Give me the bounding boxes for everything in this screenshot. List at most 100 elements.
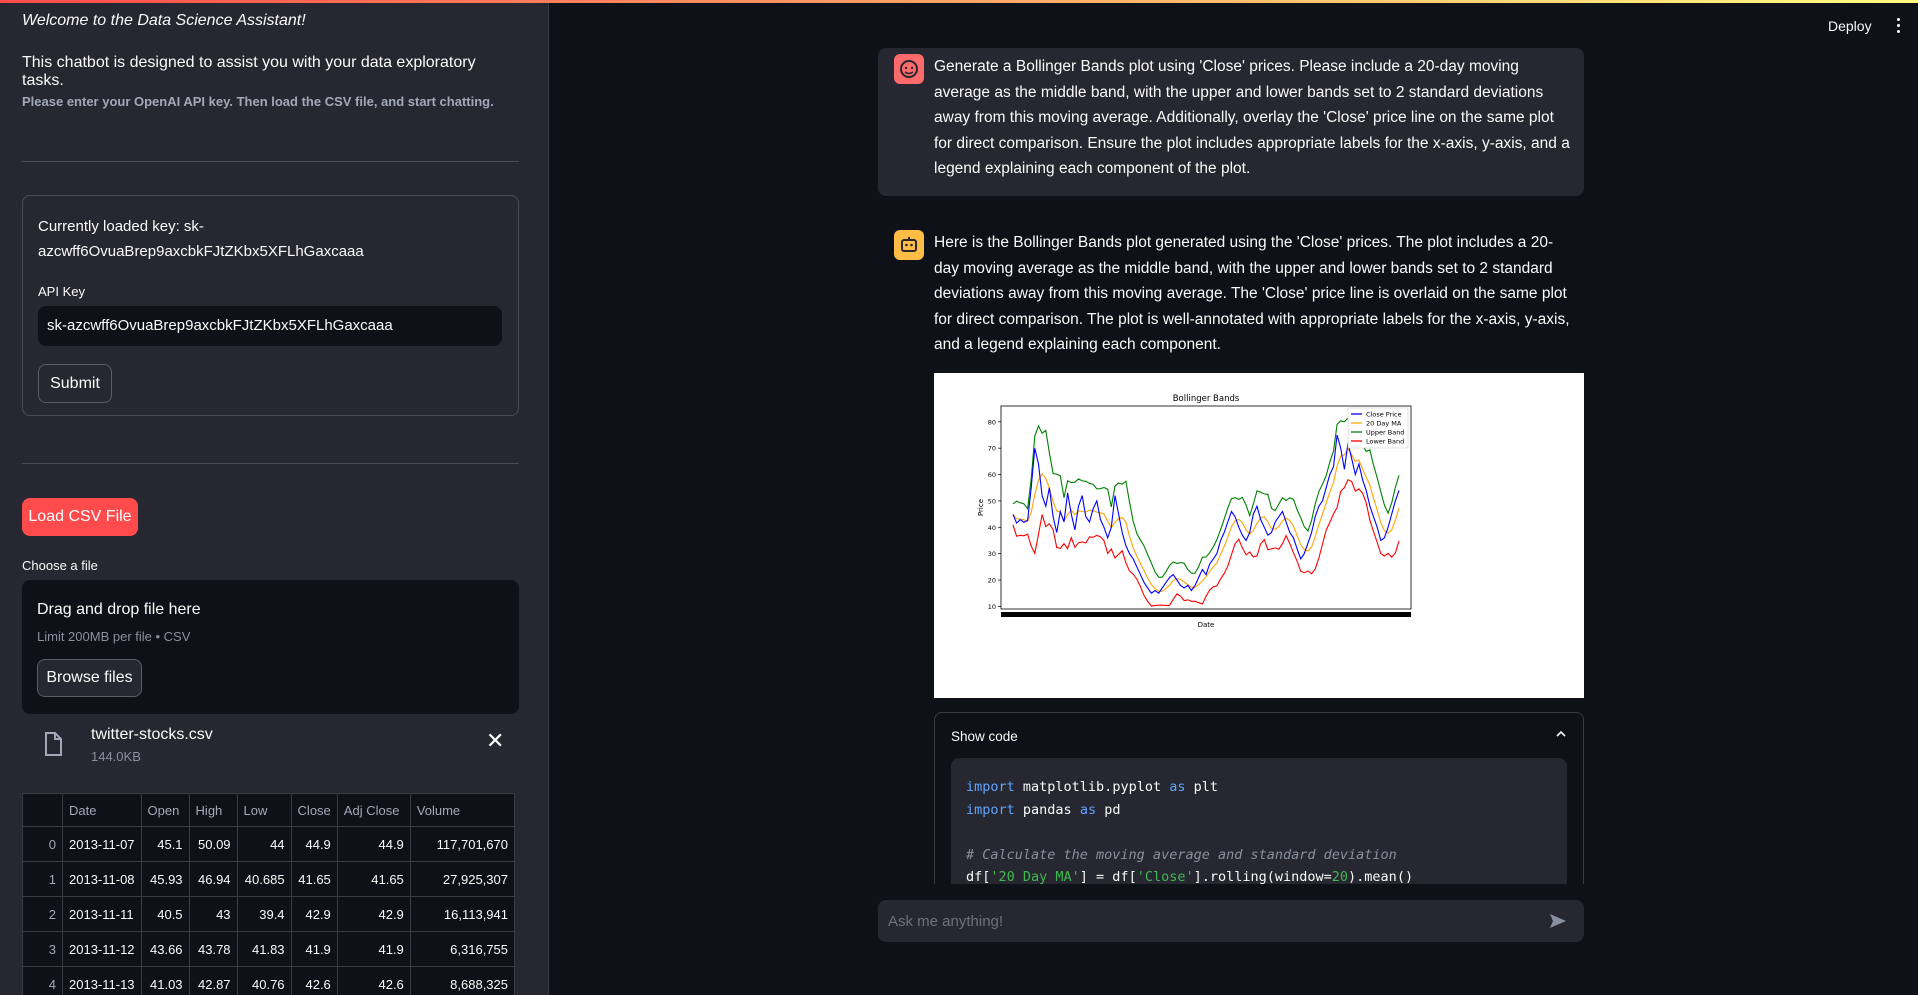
- column-header[interactable]: High: [188, 793, 238, 827]
- close-icon[interactable]: ✕: [486, 730, 504, 752]
- table-row: 1 2013-11-08 45.93 46.94 40.685 41.65 41.65 27,…: [22, 861, 516, 897]
- code-comment: # Calculate the moving average and stand…: [966, 846, 1397, 863]
- table-cell: 117,701,670: [409, 826, 516, 862]
- chat-input[interactable]: [888, 900, 1528, 942]
- table-cell: 43.66: [140, 931, 190, 967]
- code-token: ).mean(): [1348, 869, 1414, 884]
- intro-text: This chatbot is designed to assist you w…: [22, 54, 476, 89]
- table-cell: 39.4: [236, 896, 292, 932]
- code-token: ] = df[: [1079, 869, 1137, 884]
- code-token: matplotlib.pyplot: [1014, 779, 1170, 795]
- api-key-hint: Please enter your OpenAI API key. Then l…: [22, 94, 494, 109]
- legend-label: Close Price: [1366, 411, 1402, 419]
- loaded-key-value: azcwff6OvuaBrep9axcbkFJtZKbx5XFLhGaxcaaa: [38, 243, 364, 260]
- legend-label: Lower Band: [1366, 438, 1404, 446]
- submit-button[interactable]: Submit: [38, 364, 112, 403]
- api-key-input[interactable]: [38, 306, 502, 346]
- column-header[interactable]: Adj Close: [336, 793, 411, 827]
- dataframe-table: Date Open High Low Close Adj Close Volum…: [22, 793, 516, 995]
- user-message-text: Generate a Bollinger Bands plot using 'C…: [934, 58, 1570, 177]
- code-token: as: [1169, 779, 1186, 795]
- table-cell: 41.9: [290, 931, 338, 967]
- table-cell: 2013-11-08: [62, 861, 142, 897]
- y-tick-label: 40: [988, 524, 996, 532]
- deploy-button[interactable]: Deploy: [1828, 18, 1872, 34]
- divider: [22, 463, 519, 464]
- table-row: 3 2013-11-12 43.66 43.78 41.83 41.9 41.9 6,316,…: [22, 931, 516, 967]
- code-token: df[: [966, 869, 991, 884]
- row-index: 1: [22, 861, 63, 897]
- chevron-up-icon[interactable]: [1555, 728, 1567, 740]
- table-cell: 44.9: [290, 826, 338, 862]
- legend-label: 20 Day MA: [1366, 420, 1402, 428]
- chart-title: Bollinger Bands: [1173, 394, 1240, 404]
- table-cell: 6,316,755: [409, 931, 516, 967]
- code-token: '20 Day MA': [990, 869, 1080, 884]
- column-header[interactable]: Volume: [409, 793, 516, 827]
- code-block: import matplotlib.pyplot as plt import p…: [951, 758, 1567, 884]
- table-cell: 43: [188, 896, 238, 932]
- table-cell: 41.65: [336, 861, 411, 897]
- column-header[interactable]: Date: [62, 793, 142, 827]
- table-cell: 40.76: [236, 966, 292, 995]
- row-index: 0: [22, 826, 63, 862]
- expander-label: Show code: [951, 729, 1018, 744]
- column-header[interactable]: [22, 793, 63, 827]
- table-cell: 41.03: [140, 966, 190, 995]
- table-cell: 42.6: [336, 966, 411, 995]
- api-key-form: Currently loaded key: sk- azcwff6OvuaBre…: [22, 195, 519, 416]
- file-icon: [45, 732, 62, 756]
- load-csv-button[interactable]: Load CSV File: [22, 498, 138, 536]
- table-cell: 42.87: [188, 966, 238, 995]
- x-tick-labels-overlap: [1001, 612, 1411, 617]
- column-header[interactable]: Low: [236, 793, 292, 827]
- table-cell: 2013-11-07: [62, 826, 142, 862]
- sidebar: Welcome to the Data Science Assistant! T…: [0, 3, 549, 995]
- x-axis-label: Date: [1198, 621, 1215, 629]
- y-tick-label: 70: [988, 445, 996, 453]
- table-cell: 40.685: [236, 861, 292, 897]
- column-header[interactable]: Open: [140, 793, 190, 827]
- table-cell: 41.65: [290, 861, 338, 897]
- table-cell: 45.1: [140, 826, 190, 862]
- code-token: pd: [1096, 801, 1121, 818]
- main-area: Deploy Generate a Bollinger Bands plot u…: [550, 3, 1918, 995]
- uploaded-file-size: 144.0KB: [91, 749, 141, 764]
- send-icon[interactable]: [1548, 911, 1568, 931]
- table-cell: 2013-11-11: [62, 896, 142, 932]
- assistant-message-text: Here is the Bollinger Bands plot generat…: [934, 234, 1570, 353]
- user-avatar-icon: [894, 54, 924, 84]
- table-cell: 50.09: [188, 826, 238, 862]
- file-dropzone[interactable]: Drag and drop file here Limit 200MB per …: [22, 580, 519, 714]
- chat-history: Generate a Bollinger Bands plot using 'C…: [878, 48, 1584, 884]
- code-token: as: [1079, 801, 1097, 818]
- table-cell: 42.9: [290, 896, 338, 932]
- welcome-text: Welcome to the Data Science Assistant!: [22, 12, 306, 29]
- y-tick-label: 50: [988, 497, 996, 505]
- code-token: import: [966, 801, 1015, 818]
- show-code-expander[interactable]: Show code import matplotlib.pyplot as pl…: [934, 712, 1584, 884]
- table-cell: 41.83: [236, 931, 292, 967]
- row-index: 3: [22, 931, 63, 967]
- bollinger-chart: Bollinger Bands Date Price 10 20 30 40 50 60 70 80…: [934, 373, 1584, 698]
- assistant-avatar-icon: [894, 230, 924, 260]
- chart-svg: Bollinger Bands Date Price 10 20 30 40 50 60 70 80…: [977, 394, 1412, 629]
- table-cell: 2013-11-12: [62, 931, 142, 967]
- table-cell: 43.78: [188, 931, 238, 967]
- code-token: import: [966, 779, 1015, 795]
- y-tick-label: 30: [988, 550, 996, 558]
- code-token: plt: [1185, 779, 1218, 795]
- dropzone-title: Drag and drop file here: [37, 601, 201, 618]
- code-token: ].rolling(window=: [1193, 869, 1332, 884]
- chat-input-bar: [878, 900, 1584, 942]
- browse-files-button[interactable]: Browse files: [37, 659, 142, 697]
- y-tick-label: 60: [988, 471, 996, 479]
- table-cell: 41.9: [336, 931, 411, 967]
- divider: [22, 161, 519, 162]
- table-cell: 44: [236, 826, 292, 862]
- dropzone-limit: Limit 200MB per file • CSV: [37, 629, 191, 644]
- more-menu-icon[interactable]: [1890, 15, 1906, 37]
- column-header[interactable]: Close: [290, 793, 338, 827]
- table-cell: 42.6: [290, 966, 338, 995]
- y-tick-label: 80: [988, 418, 996, 426]
